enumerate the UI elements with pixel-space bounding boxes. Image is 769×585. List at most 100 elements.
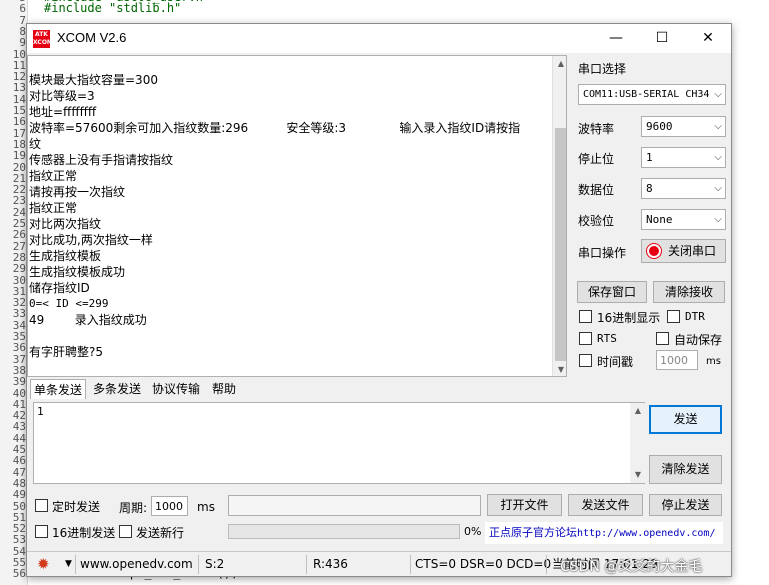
forum-link[interactable]: 正点原子官方论坛http://www.openedv.com/	[485, 522, 723, 544]
receive-line: 波特率=57600剩余可加入指纹数量:296 安全等级:3 输入录入指纹ID请按…	[29, 121, 521, 135]
receive-line: 请按再按一次指纹	[29, 185, 126, 199]
close-port-label: 关闭串口	[668, 244, 717, 258]
status-sent-count: S:2	[205, 557, 225, 571]
clear-receive-button[interactable]: 清除接收	[653, 281, 725, 303]
receive-line: 地址=ffffffff	[29, 105, 97, 119]
timestamp-checkbox[interactable]	[579, 354, 592, 367]
receive-line: 模块最大指纹容量=300	[29, 73, 158, 87]
minimize-button[interactable]: —	[593, 24, 639, 53]
parity-label: 校验位	[578, 214, 615, 228]
receive-line: 49 录入指纹成功	[29, 313, 147, 327]
receive-line: 生成指纹模板成功	[29, 265, 126, 279]
stop-bits-select[interactable]: 1 ⌵	[641, 147, 726, 168]
status-divider	[75, 555, 76, 574]
send-button[interactable]: 发送	[649, 405, 722, 434]
hex-send-checkbox[interactable]	[35, 525, 48, 538]
dtr-label: DTR	[685, 310, 705, 323]
chevron-down-icon: ⌵	[714, 183, 722, 194]
tab-protocol[interactable]: 协议传输	[149, 379, 203, 399]
save-window-button[interactable]: 保存窗口	[577, 281, 647, 303]
baud-select[interactable]: 9600 ⌵	[641, 116, 726, 137]
hex-display-label: 16进制显示	[597, 311, 661, 325]
period-input[interactable]: 1000	[151, 496, 188, 516]
status-divider	[410, 555, 411, 574]
close-button[interactable]: ✕	[685, 24, 731, 53]
file-path-input[interactable]	[228, 495, 481, 516]
hex-display-checkbox[interactable]	[579, 310, 592, 323]
data-bits-label: 数据位	[578, 183, 615, 197]
receive-textarea[interactable]: 模块最大指纹容量=300 对比等级=3 地址=ffffffff 波特率=57600剩余…	[27, 55, 567, 377]
auto-save-label: 自动保存	[674, 333, 723, 347]
receive-line: 对比两次指纹	[29, 217, 102, 231]
scroll-down-arrow-icon[interactable]: ▼	[553, 362, 566, 376]
chevron-down-icon: ⌵	[714, 152, 722, 163]
progress-text: 0%	[464, 525, 482, 538]
tab-multi-send[interactable]: 多条发送	[90, 379, 144, 399]
port-status-icon	[647, 244, 661, 258]
port-select-value: COM11:USB-SERIAL CH34	[583, 89, 710, 100]
send-scrollbar[interactable]: ▲ ▼	[630, 403, 646, 483]
chevron-down-icon: ⌵	[714, 121, 722, 132]
port-select-label: 串口选择	[578, 62, 627, 76]
receive-line: 生成指纹模板	[29, 249, 102, 263]
chevron-down-icon: ⌵	[714, 214, 722, 225]
receive-line: 0=< ID <=299	[29, 297, 109, 310]
send-progress-bar	[228, 524, 460, 539]
auto-save-checkbox[interactable]	[656, 332, 669, 345]
parity-select[interactable]: None ⌵	[641, 209, 726, 230]
stop-bits-value: 1	[646, 151, 653, 164]
timestamp-unit: ms	[706, 356, 721, 367]
hex-send-label: 16进制发送	[52, 526, 116, 540]
send-text: 1	[37, 405, 44, 418]
open-file-button[interactable]: 打开文件	[487, 494, 562, 516]
watermark: CSDN @爻爻的大金毛	[560, 559, 703, 575]
data-bits-select[interactable]: 8 ⌵	[641, 178, 726, 199]
status-signals: CTS=0 DSR=0 DCD=0	[415, 557, 552, 571]
scroll-thumb[interactable]	[555, 128, 566, 361]
close-port-button[interactable]: 关闭串口	[641, 239, 726, 263]
send-newline-label: 发送新行	[136, 526, 185, 540]
send-file-button[interactable]: 发送文件	[568, 494, 643, 516]
menu-arrow-icon[interactable]: ▼	[65, 556, 72, 573]
timestamp-input[interactable]: 1000	[656, 350, 698, 370]
tab-single-send[interactable]: 单条发送	[30, 379, 87, 399]
receive-line	[29, 328, 549, 344]
period-unit: ms	[197, 500, 215, 514]
timestamp-label: 时间戳	[597, 355, 634, 369]
maximize-button[interactable]: ☐	[639, 24, 685, 53]
receive-line: 指纹正常	[29, 201, 78, 215]
rts-checkbox[interactable]	[579, 332, 592, 345]
scroll-up-arrow-icon[interactable]: ▲	[630, 403, 646, 419]
status-divider	[306, 555, 307, 574]
rts-label: RTS	[597, 332, 617, 345]
status-website[interactable]: www.openedv.com	[80, 556, 193, 573]
title-bar[interactable]: ATK XCOM XCOM V2.6 — ☐ ✕	[27, 24, 731, 53]
dtr-checkbox[interactable]	[667, 310, 680, 323]
port-select[interactable]: COM11:USB-SERIAL CH34 ⌵	[578, 84, 726, 105]
receive-line: 对比等级=3	[29, 89, 95, 103]
tab-help[interactable]: 帮助	[209, 379, 239, 399]
clear-send-button[interactable]: 清除发送	[649, 455, 722, 484]
receive-line: 对比成功,两次指纹一样	[29, 233, 153, 247]
xcom-window: ATK XCOM XCOM V2.6 — ☐ ✕ 模块最大指纹容量=300 对比等级…	[26, 23, 732, 577]
receive-line: 有字肝聘整?5	[29, 345, 104, 359]
code-line: #include "stdlib.h"	[44, 1, 182, 16]
scroll-down-arrow-icon[interactable]: ▼	[630, 467, 646, 483]
baud-value: 9600	[646, 120, 673, 133]
stop-send-button[interactable]: 停止发送	[649, 494, 722, 516]
app-logo: ATK XCOM	[33, 30, 53, 48]
receive-line: 储存指纹ID	[29, 281, 90, 295]
line-number-gutter: 5678910111213141516171819202122232425262…	[0, 0, 28, 585]
window-title: XCOM V2.6	[57, 30, 127, 45]
receive-line: 传感器上没有手指请按指纹	[29, 153, 174, 167]
forum-text: 正点原子官方论坛	[489, 526, 577, 539]
receive-line: 纹	[29, 137, 42, 151]
timed-send-checkbox[interactable]	[35, 499, 48, 512]
timed-send-label: 定时发送	[52, 500, 101, 514]
receive-scrollbar[interactable]: ▲ ▼	[552, 56, 566, 376]
send-newline-checkbox[interactable]	[119, 525, 132, 538]
gear-icon[interactable]: ✹	[37, 556, 50, 573]
forum-url: http://www.openedv.com/	[577, 528, 716, 539]
send-textarea[interactable]: 1 ▲ ▼	[33, 402, 646, 484]
scroll-up-arrow-icon[interactable]: ▲	[553, 56, 566, 72]
